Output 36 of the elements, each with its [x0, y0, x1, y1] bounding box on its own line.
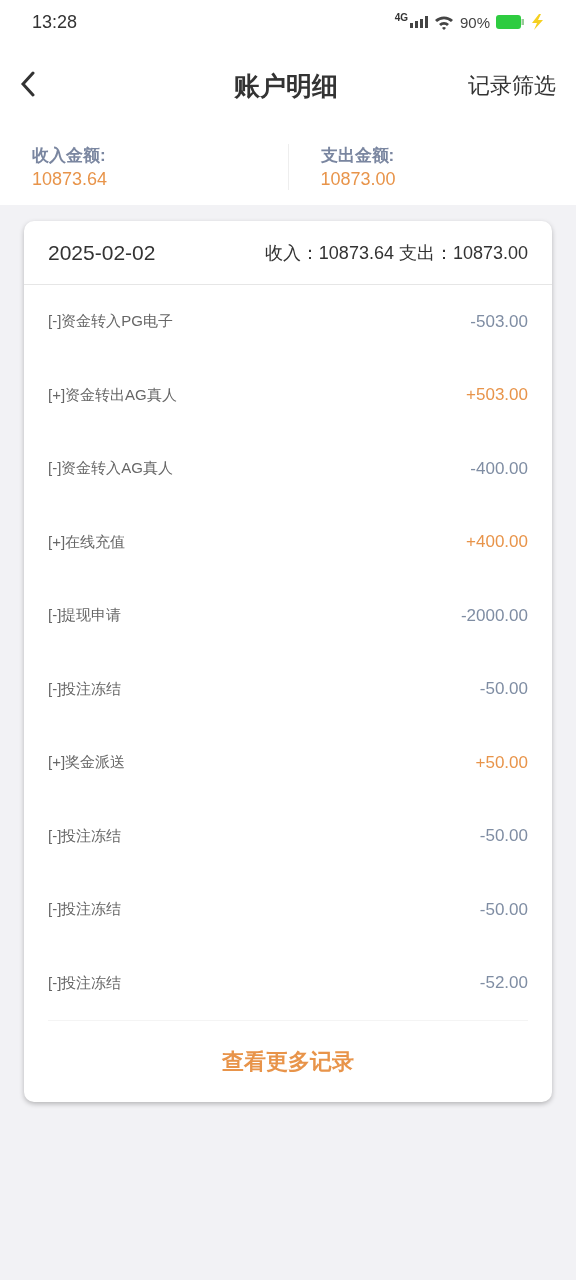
page-title: 账户明细	[234, 69, 338, 103]
record-amount: -52.00	[479, 973, 528, 994]
record-amount: +400.00	[466, 532, 528, 553]
wifi-icon	[433, 14, 454, 30]
clock: 13:28	[32, 11, 79, 33]
record-amount: -50.00	[479, 899, 528, 920]
summary-amount: 10873.00	[320, 168, 397, 190]
record-title: [-]提现申请	[48, 606, 122, 626]
record-amount: +503.00	[466, 385, 528, 406]
battery-percent: 90%	[459, 13, 490, 31]
summary-amount: 10873.64	[32, 168, 109, 190]
record-amount: -50.00	[479, 679, 528, 700]
record-amount: -400.00	[470, 458, 528, 479]
record-amount: -50.00	[479, 826, 528, 847]
record-title: [+]奖金派送	[48, 753, 126, 773]
back-icon	[20, 71, 36, 97]
record-amount: +50.00	[475, 752, 528, 773]
record-title: [-]资金转入PG电子	[48, 312, 173, 332]
record-title: [-]投注冻结	[48, 679, 122, 699]
daily-totals: 收入：10873.64 支出：10873.00	[264, 241, 528, 265]
summary-label: 收入金额:	[32, 144, 107, 167]
filter-link[interactable]: 记录筛选	[468, 71, 556, 101]
lightning-icon	[530, 14, 544, 30]
record-title: [-]投注冻结	[48, 826, 122, 846]
record-amount: -2000.00	[460, 605, 528, 626]
record-date: 2025-02-02	[48, 240, 156, 265]
summary-label: 支出金额:	[320, 144, 396, 167]
record-title: [+]资金转出AG真人	[48, 385, 177, 405]
network-label: 4G	[394, 11, 408, 23]
record-amount: -503.00	[470, 311, 528, 332]
record-title: [-]投注冻结	[48, 973, 122, 993]
record-title: [-]资金转入AG真人	[48, 459, 173, 479]
record-title: [+]在线充值	[48, 532, 126, 552]
signal-icon	[409, 16, 428, 28]
battery-icon	[496, 15, 524, 29]
record-title: [-]投注冻结	[48, 900, 122, 920]
